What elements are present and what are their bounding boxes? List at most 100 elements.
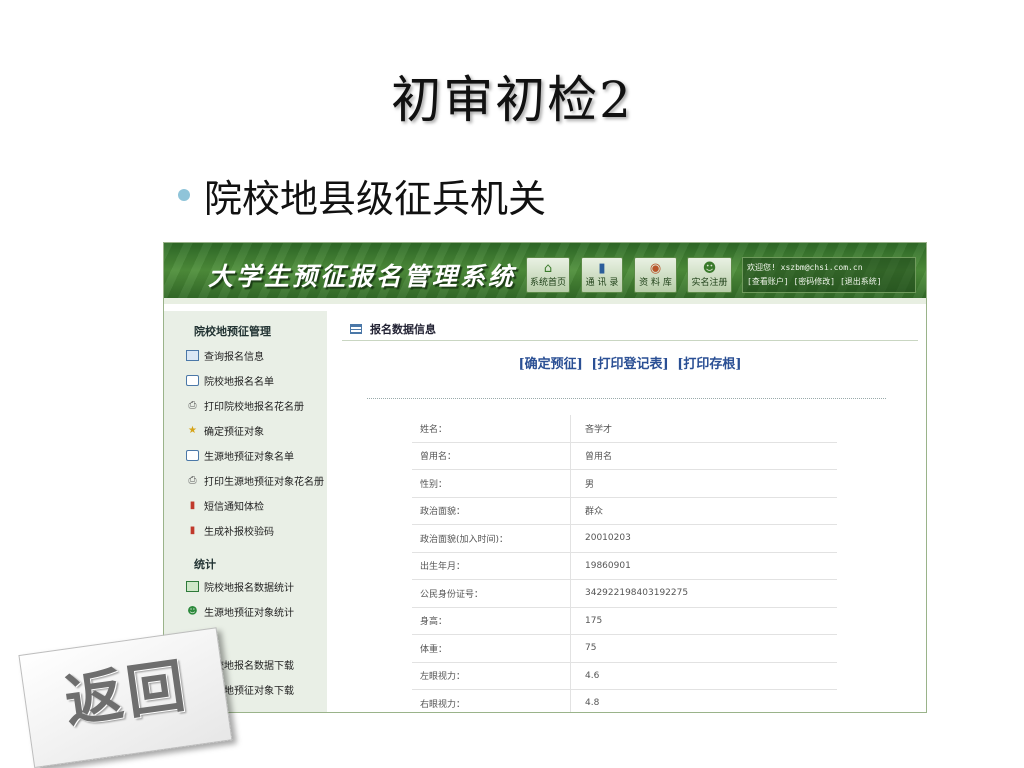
table-row: 体重： 75	[412, 634, 837, 663]
field-value: 175	[570, 607, 837, 635]
dotted-divider	[367, 398, 886, 399]
home-icon: ⌂	[543, 261, 553, 276]
nav-database-button[interactable]: ◉ 资 料 库	[634, 257, 677, 293]
app-header: 大学生预征报名管理系统 ⌂ 系统首页 ▮ 通 讯 录 ◉ 资 料 库 ☻ 实名注…	[164, 243, 926, 304]
app-title: 大学生预征报名管理系统	[208, 262, 517, 291]
panel-title-text: 报名数据信息	[370, 323, 436, 336]
table-row: 性别：男	[412, 469, 837, 498]
action-links: [确定预征] [打印登记表] [打印存根]	[342, 353, 918, 372]
sidebar-item-label: 生源地预征对象统计	[204, 607, 294, 619]
sms-icon: ▮	[189, 499, 196, 511]
table-row: 身高： 175	[412, 607, 837, 635]
nav-database-label: 资 料 库	[639, 278, 672, 288]
list-icon	[350, 324, 362, 334]
field-label: 身高：	[412, 607, 571, 635]
print-stub-link[interactable]: [打印存根]	[677, 357, 741, 372]
sidebar-item-sms-exam[interactable]: ▮ 短信通知体检	[186, 497, 264, 513]
field-label: 体重：	[412, 634, 571, 663]
field-label: 出生年月：	[412, 552, 571, 580]
panel-title: 报名数据信息	[350, 321, 436, 337]
logout-link[interactable]: [退出系统]	[840, 277, 882, 286]
table-row: 出生年月： 19860901	[412, 552, 837, 580]
sidebar-item-label: 院校地报名名单	[204, 376, 274, 388]
nav-home-button[interactable]: ⌂ 系统首页	[526, 257, 570, 293]
nav-register-button[interactable]: ☻ 实名注册	[687, 257, 732, 293]
field-value: 342922198403192275	[570, 579, 837, 608]
bullet-text: 院校地县级征兵机关	[204, 176, 547, 221]
field-value: 群众	[570, 497, 837, 525]
nav-home-label: 系统首页	[529, 278, 566, 288]
field-value: 曾用名	[570, 442, 837, 470]
slide-bullet: 院校地县级征兵机关	[178, 170, 547, 221]
field-label: 左眼视力：	[412, 662, 571, 690]
sidebar-item-label: 确定预征对象	[204, 426, 264, 438]
sidebar-item-label: 打印生源地预征对象花名册	[204, 476, 324, 488]
field-value: 4.8	[570, 689, 837, 712]
database-icon: ◉	[649, 261, 662, 276]
sms-icon: ▮	[189, 524, 196, 536]
nav-address-book-button[interactable]: ▮ 通 讯 录	[581, 257, 623, 293]
sidebar-item-label: 打印院校地报名花名册	[204, 401, 304, 413]
sidebar-item-origin-list[interactable]: 生源地预征对象名单	[186, 447, 294, 463]
field-label: 曾用名：	[412, 442, 571, 470]
user-register-icon: ☻	[702, 261, 717, 276]
chart-icon	[186, 580, 199, 592]
document-icon	[186, 374, 199, 386]
table-row: 左眼视力： 4.6	[412, 662, 837, 690]
info-table: 姓名： 吝学才 曾用名： 曾用名 性别：男 政治面貌： 群众 政治面貌(加入时间)： 2…	[412, 415, 837, 712]
field-value: 20010203	[570, 524, 837, 553]
field-label: 姓名：	[412, 415, 571, 443]
table-row: 政治面貌： 群众	[412, 497, 837, 525]
query-icon	[186, 349, 199, 361]
field-value: 75	[570, 634, 837, 663]
user-info-box: 欢迎您! xszbm@chsi.com.cn [查看账户] [密码修改] [退出…	[742, 257, 916, 293]
sidebar-item-label: 生成补报校验码	[204, 526, 274, 538]
nav-register-label: 实名注册	[691, 278, 728, 288]
table-row: 公民身份证号： 342922198403192275	[412, 579, 837, 608]
bullet-dot-icon	[178, 189, 190, 201]
medal-icon: ★	[188, 424, 197, 436]
field-label: 政治面貌：	[412, 497, 571, 525]
printer-icon: ⎙	[188, 399, 197, 411]
return-label: 返回	[60, 651, 193, 736]
change-password-link[interactable]: [密码修改]	[793, 277, 835, 286]
sidebar-item-label: 院校地报名数据统计	[204, 582, 294, 594]
sidebar-item-print-school-roster[interactable]: ⎙ 打印院校地报名花名册	[186, 397, 305, 413]
print-register-link[interactable]: [打印登记表]	[591, 357, 668, 372]
sidebar-item-label: 生源地预征对象名单	[204, 451, 294, 463]
sidebar-item-label: 短信通知体检	[204, 501, 264, 513]
welcome-text: 欢迎您! xszbm@chsi.com.cn	[747, 263, 863, 272]
confirm-enlist-link[interactable]: [确定预征]	[519, 357, 583, 372]
divider	[342, 340, 918, 341]
sidebar-item-confirm-candidates[interactable]: ★ 确定预征对象	[186, 422, 264, 438]
field-value: 男	[570, 469, 837, 498]
field-label: 性别：	[412, 469, 571, 498]
slide-title: 初审初检2	[391, 71, 633, 129]
sidebar-item-school-list[interactable]: 院校地报名名单	[186, 372, 274, 388]
table-row: 政治面貌(加入时间)： 20010203	[412, 524, 837, 553]
document-icon	[186, 449, 199, 461]
sidebar-item-label: 查询报名信息	[204, 351, 264, 363]
main-panel: 报名数据信息 [确定预征] [打印登记表] [打印存根] 姓名： 吝学才 曾用名：…	[342, 311, 918, 712]
field-value: 4.6	[570, 662, 837, 690]
field-value: 吝学才	[570, 415, 837, 443]
sidebar-item-print-origin-roster[interactable]: ⎙ 打印生源地预征对象花名册	[186, 472, 325, 488]
sidebar-section-title: 院校地预征管理	[194, 325, 271, 338]
return-button[interactable]: 返回	[16, 614, 233, 768]
table-row: 曾用名： 曾用名	[412, 442, 837, 470]
field-value: 19860901	[570, 552, 837, 580]
field-label: 右眼视力：	[412, 689, 571, 712]
printer-icon: ⎙	[188, 474, 197, 486]
sidebar-item-generate-code[interactable]: ▮ 生成补报校验码	[186, 522, 274, 538]
field-label: 政治面貌(加入时间)：	[412, 524, 571, 553]
view-account-link[interactable]: [查看账户]	[747, 277, 789, 286]
field-label: 公民身份证号：	[412, 579, 571, 608]
table-row: 右眼视力： 4.8	[412, 689, 837, 712]
table-row: 姓名： 吝学才	[412, 415, 837, 443]
nav-address-book-label: 通 讯 录	[585, 278, 619, 288]
address-book-icon: ▮	[598, 261, 606, 276]
sidebar-section-stats: 统计	[194, 558, 216, 571]
sidebar-item-query[interactable]: 查询报名信息	[186, 347, 264, 363]
sidebar-item-school-stats[interactable]: 院校地报名数据统计	[186, 578, 294, 594]
app-screenshot: 大学生预征报名管理系统 ⌂ 系统首页 ▮ 通 讯 录 ◉ 资 料 库 ☻ 实名注…	[163, 242, 927, 713]
